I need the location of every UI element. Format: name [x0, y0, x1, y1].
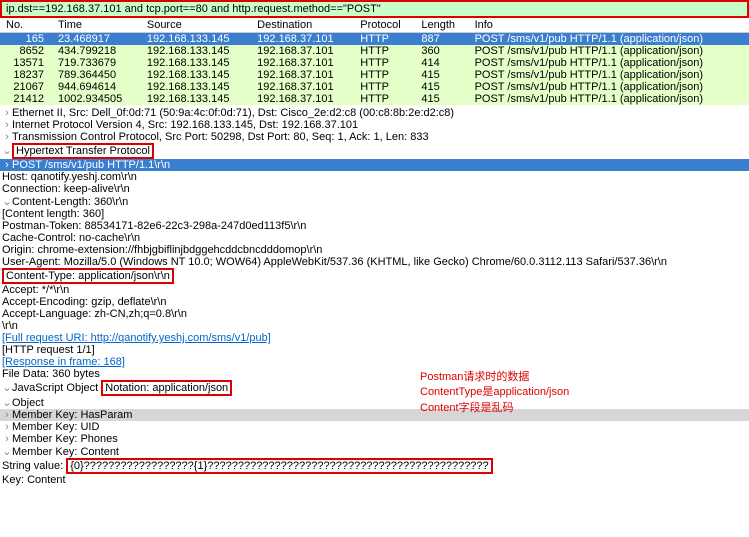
packet-list[interactable]: No. Time Source Destination Protocol Len…: [0, 18, 749, 105]
http-header-accept-encoding[interactable]: Accept-Encoding: gzip, deflate\r\n: [0, 296, 749, 308]
tree-ethernet[interactable]: Ethernet II, Src: Dell_0f:0d:71 (50:9a:4…: [12, 107, 454, 119]
col-time[interactable]: Time: [52, 18, 141, 33]
http-header-connection[interactable]: Connection: keep-alive\r\n: [0, 183, 749, 195]
json-key-phones[interactable]: Member Key: Phones: [12, 433, 118, 445]
caret-down-icon[interactable]: ⌄: [2, 195, 12, 208]
json-key-uid[interactable]: Member Key: UID: [12, 421, 99, 433]
json-string-value[interactable]: {0}??????????????????{1}????????????????…: [66, 458, 492, 474]
packet-row[interactable]: 21067944.694614192.168.133.145192.168.37…: [0, 81, 749, 93]
caret-right-icon[interactable]: ›: [2, 119, 12, 131]
http-header-content-length[interactable]: Content-Length: 360\r\n: [12, 196, 128, 208]
http-response-frame-link[interactable]: [Response in frame: 168]: [2, 356, 125, 368]
tree-ip[interactable]: Internet Protocol Version 4, Src: 192.16…: [12, 119, 358, 131]
packet-row[interactable]: 214121002.934505192.168.133.145192.168.3…: [0, 93, 749, 105]
caret-right-icon[interactable]: ›: [2, 159, 12, 171]
tree-json-prefix: JavaScript Object: [12, 382, 101, 394]
caret-down-icon[interactable]: ⌄: [2, 144, 12, 157]
http-header-cache-control[interactable]: Cache-Control: no-cache\r\n: [0, 232, 749, 244]
packet-row[interactable]: 16523.468917192.168.133.145192.168.37.10…: [0, 33, 749, 46]
http-request-count[interactable]: [HTTP request 1/1]: [0, 344, 749, 356]
packet-row[interactable]: 8652434.799218192.168.133.145192.168.37.…: [0, 45, 749, 57]
caret-right-icon[interactable]: ›: [2, 433, 12, 445]
http-header-origin[interactable]: Origin: chrome-extension://fhbjgbiflinjb…: [0, 244, 749, 256]
caret-right-icon[interactable]: ›: [2, 409, 12, 421]
tree-json[interactable]: Notation: application/json: [101, 380, 232, 396]
packet-details[interactable]: ›Ethernet II, Src: Dell_0f:0d:71 (50:9a:…: [0, 105, 749, 488]
json-string-label: String value:: [2, 460, 66, 472]
http-header-accept-language[interactable]: Accept-Language: zh-CN,zh;q=0.8\r\n: [0, 308, 749, 320]
http-content-length-val[interactable]: [Content length: 360]: [0, 208, 749, 220]
http-request-line[interactable]: POST /sms/v1/pub HTTP/1.1\r\n: [12, 159, 170, 171]
json-object[interactable]: Object: [12, 397, 44, 409]
json-key-hasparam[interactable]: Member Key: HasParam: [12, 409, 132, 421]
col-protocol[interactable]: Protocol: [354, 18, 415, 33]
caret-right-icon[interactable]: ›: [2, 131, 12, 143]
caret-down-icon[interactable]: ⌄: [2, 396, 12, 409]
tree-http[interactable]: Hypertext Transfer Protocol: [12, 143, 154, 159]
col-info[interactable]: Info: [469, 18, 749, 33]
display-filter-input[interactable]: ip.dst==192.168.37.101 and tcp.port==80 …: [0, 0, 749, 18]
caret-right-icon[interactable]: ›: [2, 107, 12, 119]
caret-down-icon[interactable]: ⌄: [2, 445, 12, 458]
http-crlf[interactable]: \r\n: [0, 320, 749, 332]
col-no[interactable]: No.: [0, 18, 52, 33]
packet-row[interactable]: 18237789.364450192.168.133.145192.168.37…: [0, 69, 749, 81]
http-header-postman-token[interactable]: Postman-Token: 88534171-82e6-22c3-298a-2…: [0, 220, 749, 232]
http-file-data[interactable]: File Data: 360 bytes: [0, 368, 749, 380]
caret-right-icon[interactable]: ›: [2, 421, 12, 433]
http-header-accept[interactable]: Accept: */*\r\n: [0, 284, 749, 296]
tree-tcp[interactable]: Transmission Control Protocol, Src Port:…: [12, 131, 429, 143]
annotation-text: Postman请求时的数据 ContentType是application/js…: [420, 370, 569, 416]
http-full-uri-link[interactable]: [Full request URI: http://qanotify.yeshj…: [2, 332, 271, 344]
http-header-host[interactable]: Host: qanotify.yeshj.com\r\n: [0, 171, 749, 183]
http-header-user-agent[interactable]: User-Agent: Mozilla/5.0 (Windows NT 10.0…: [0, 256, 749, 268]
json-key-content-sub[interactable]: Key: Content: [0, 474, 749, 486]
http-header-content-type[interactable]: Content-Type: application/json\r\n: [2, 268, 174, 284]
col-length[interactable]: Length: [415, 18, 468, 33]
col-source[interactable]: Source: [141, 18, 251, 33]
json-key-content[interactable]: Member Key: Content: [12, 446, 119, 458]
col-destination[interactable]: Destination: [251, 18, 354, 33]
packet-row[interactable]: 13571719.733679192.168.133.145192.168.37…: [0, 57, 749, 69]
caret-down-icon[interactable]: ⌄: [2, 381, 12, 394]
